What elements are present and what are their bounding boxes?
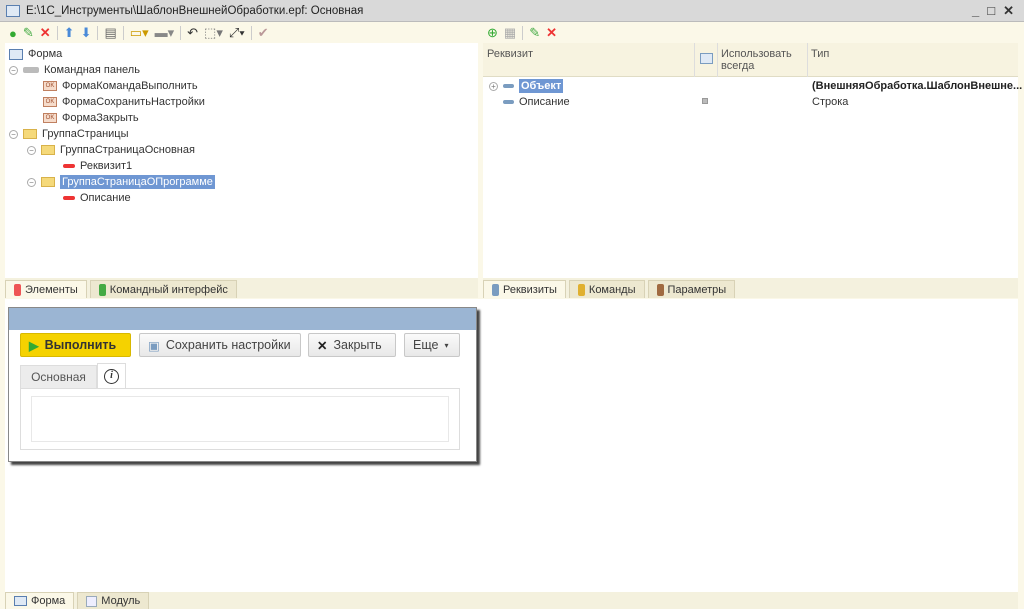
attributes-icon xyxy=(492,283,499,296)
undo-icon[interactable]: ↶ xyxy=(187,25,198,41)
maximize-button[interactable]: □ xyxy=(987,3,995,19)
display-icon[interactable]: ▭▾ xyxy=(130,25,149,41)
button-icon: OK xyxy=(43,81,57,91)
elements-toolbar: ● ✎ ✕ ⬆ ⬇ ▤ ▭▾ ▬▾ ↶ ⬚▾ ⤢▾ ✔ xyxy=(5,23,478,43)
expand-icon[interactable]: + xyxy=(489,81,498,91)
title-bar: E:\1С_Инструменты\ШаблонВнешнейОбработки… xyxy=(0,0,1024,22)
folder-icon xyxy=(23,129,37,139)
tree-node-command[interactable]: OK ФормаКомандаВыполнить xyxy=(43,78,198,94)
edit-icon[interactable]: ✎ xyxy=(23,25,34,41)
attributes-table: + Объект (ВнешняяОбработка.ШаблонВнешне..… xyxy=(483,77,1022,278)
bottom-tabs: Форма Модуль xyxy=(5,592,1018,609)
add-icon[interactable]: ● xyxy=(9,26,17,41)
tab-form[interactable]: Форма xyxy=(5,592,75,609)
attribute-icon xyxy=(63,196,75,200)
tree-node-pages-group[interactable]: − ГруппаСтраницы xyxy=(9,126,129,142)
attribute-icon xyxy=(63,164,75,168)
tree-node-command[interactable]: OK ФормаСохранитьНастройки xyxy=(43,94,205,110)
collapse-icon[interactable]: − xyxy=(27,145,36,155)
folder-icon xyxy=(41,177,55,187)
tab-attributes[interactable]: Реквизиты xyxy=(483,280,566,298)
collapse-icon[interactable]: − xyxy=(9,65,18,75)
window-title: E:\1С_Инструменты\ШаблонВнешнейОбработки… xyxy=(26,4,364,17)
delete-icon[interactable]: ✕ xyxy=(546,25,557,41)
more-button[interactable]: Еще ▾ xyxy=(404,333,460,357)
form-icon xyxy=(9,48,23,60)
column-type[interactable]: Тип xyxy=(811,48,829,60)
form-preview-icon[interactable]: ▤ xyxy=(104,25,116,41)
button-icon: OK xyxy=(43,97,57,107)
attribute-icon xyxy=(503,84,514,88)
save-icon: ▣ xyxy=(148,338,160,353)
tab-parameters[interactable]: Параметры xyxy=(647,280,736,298)
attributes-toolbar: ⊕ ▦ ✎ ✕ xyxy=(483,23,1018,43)
collapse-icon[interactable]: − xyxy=(9,129,18,139)
tree-node-attribute[interactable]: Описание xyxy=(63,190,131,206)
edit-icon[interactable]: ✎ xyxy=(529,25,540,41)
add-column-icon[interactable]: ▦ xyxy=(504,25,516,41)
column-use-always[interactable]: Использовать всегда xyxy=(721,48,801,72)
tab-elements[interactable]: Элементы xyxy=(5,280,87,298)
command-interface-icon xyxy=(98,283,106,296)
run-button[interactable]: ▶ Выполнить xyxy=(20,333,131,357)
cell-type: Строка xyxy=(812,96,849,108)
delete-icon[interactable]: ✕ xyxy=(40,25,51,41)
play-icon: ▶ xyxy=(29,338,39,353)
column-icon xyxy=(700,53,713,64)
tab-about[interactable]: i xyxy=(97,363,126,389)
close-button[interactable]: ✕ xyxy=(1003,3,1014,19)
form-preview: ▶ Выполнить ▣ Сохранить настройки ✕ Закрыть… xyxy=(8,307,477,462)
group-icon[interactable]: ▬▾ xyxy=(155,25,175,41)
attribute-icon xyxy=(503,100,514,104)
tree-node-page-about[interactable]: − ГруппаСтраницаОПрограмме xyxy=(27,174,215,190)
form-icon xyxy=(14,596,27,606)
resize-icon[interactable]: ⬚▾ xyxy=(204,25,223,41)
move-up-icon[interactable]: ⬆ xyxy=(64,25,75,41)
folder-icon xyxy=(41,145,55,155)
command-panel-icon xyxy=(23,67,39,73)
attributes-header: Реквизит Использовать всегда Тип xyxy=(483,43,1018,77)
tab-module[interactable]: Модуль xyxy=(77,592,150,609)
table-row[interactable]: + Объект xyxy=(489,78,564,94)
use-always-checkbox[interactable] xyxy=(702,98,708,104)
add-attribute-icon[interactable]: ⊕ xyxy=(487,25,498,41)
move-down-icon[interactable]: ⬇ xyxy=(81,25,92,41)
tab-content xyxy=(20,388,460,450)
right-tabs: Реквизиты Команды Параметры xyxy=(483,278,1018,298)
tree-node-command-panel[interactable]: − Командная панель xyxy=(9,62,140,78)
button-icon: OK xyxy=(43,113,57,123)
elements-icon xyxy=(14,283,21,296)
parameters-icon xyxy=(656,283,664,296)
tree-node-page-main[interactable]: − ГруппаСтраницаОсновная xyxy=(27,142,195,158)
close-icon: ✕ xyxy=(317,338,328,353)
elements-tree: Форма − Командная панель OK ФормаКомандаВы… xyxy=(5,43,478,278)
minimize-button[interactable]: _ xyxy=(972,3,979,19)
tab-main[interactable]: Основная xyxy=(20,365,97,389)
check-icon[interactable]: ✔ xyxy=(258,25,269,41)
tab-command-interface[interactable]: Командный интерфейс xyxy=(89,280,237,298)
table-row[interactable]: Описание xyxy=(503,94,570,110)
cell-type: (ВнешняяОбработка.ШаблонВнешне... xyxy=(812,80,1023,92)
save-settings-button[interactable]: ▣ Сохранить настройки xyxy=(139,333,301,357)
module-icon xyxy=(86,595,98,607)
tab-commands[interactable]: Команды xyxy=(568,280,645,298)
collapse-icon[interactable]: − xyxy=(27,177,36,187)
expand-icon[interactable]: ⤢▾ xyxy=(229,25,245,41)
close-form-button[interactable]: ✕ Закрыть xyxy=(308,333,396,357)
preview-header xyxy=(9,308,476,330)
left-tabs: Элементы Командный интерфейс xyxy=(5,278,478,298)
column-attribute[interactable]: Реквизит xyxy=(487,48,533,60)
form-icon xyxy=(6,4,20,17)
tree-node-form[interactable]: Форма xyxy=(9,46,62,62)
tree-node-attribute[interactable]: Реквизит1 xyxy=(63,158,132,174)
dropdown-icon: ▾ xyxy=(444,340,449,350)
commands-icon xyxy=(577,283,585,296)
info-icon: i xyxy=(104,369,119,384)
tree-node-command[interactable]: OK ФормаЗакрыть xyxy=(43,110,139,126)
